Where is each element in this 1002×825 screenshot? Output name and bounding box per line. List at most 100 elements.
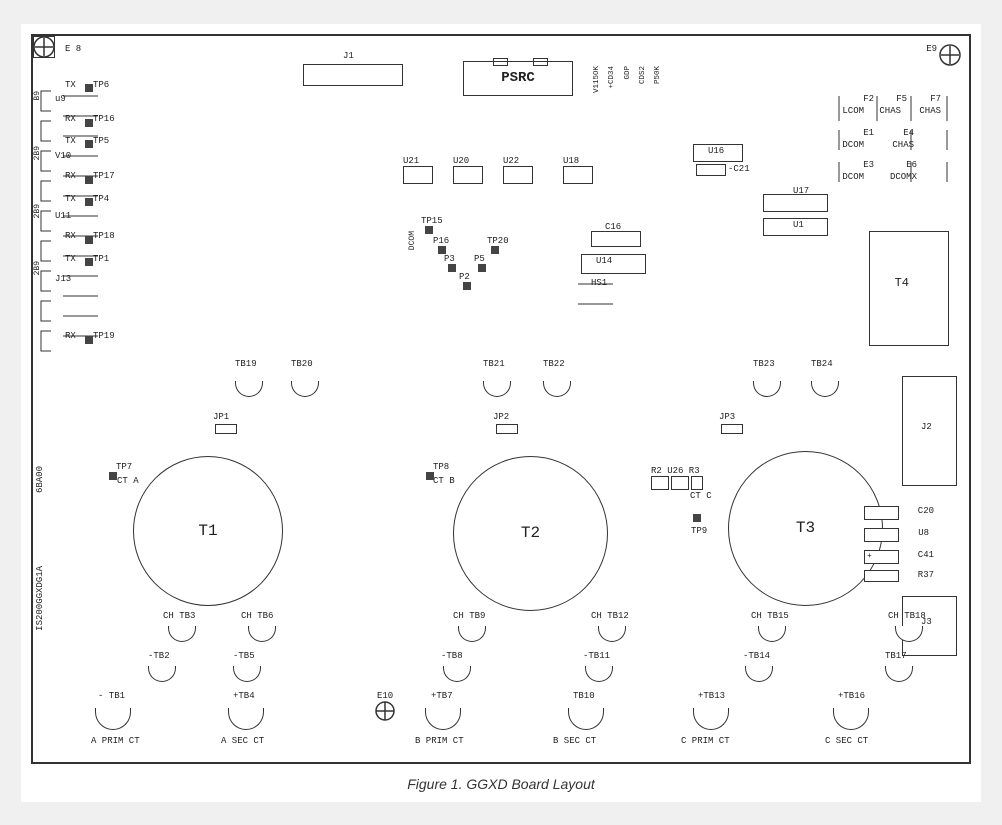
u9-label: u9 bbox=[55, 94, 66, 104]
b-prim-ct-label: B PRIM CT bbox=[415, 736, 464, 746]
r37 bbox=[864, 570, 899, 582]
tp1-pad bbox=[85, 258, 93, 266]
p2-label: P2 bbox=[459, 272, 470, 282]
tx-label-1: TX bbox=[65, 80, 76, 90]
ct-c-label: CT C bbox=[690, 491, 712, 501]
tb23-group: TB23 bbox=[753, 381, 775, 391]
tp7-pad bbox=[109, 472, 117, 480]
jp3 bbox=[721, 424, 743, 434]
u21 bbox=[403, 166, 433, 184]
tb11-arc bbox=[585, 666, 613, 682]
tp1-label: TP1 bbox=[93, 254, 109, 264]
jp1 bbox=[215, 424, 237, 434]
c21-label: -C21 bbox=[728, 164, 750, 174]
u17-label: U17 bbox=[793, 186, 809, 196]
c-prim-ct-label: C PRIM CT bbox=[681, 736, 730, 746]
u18-label: U18 bbox=[563, 156, 579, 166]
tb3-arc bbox=[168, 626, 196, 642]
c41: + bbox=[864, 550, 899, 564]
tp18-label: TP18 bbox=[93, 231, 115, 241]
tb14-arc bbox=[745, 666, 773, 682]
ch-tb15-label: CH TB15 bbox=[751, 611, 789, 621]
p3-pad bbox=[448, 264, 456, 272]
u14-label: U14 bbox=[596, 256, 612, 266]
psrc-conn2 bbox=[533, 58, 548, 66]
r3 bbox=[691, 476, 703, 490]
t4-label: T4 bbox=[895, 276, 909, 290]
psrc-conn1 bbox=[493, 58, 508, 66]
c-sec-ct-label: C SEC CT bbox=[825, 736, 868, 746]
u14 bbox=[581, 254, 646, 274]
t4 bbox=[869, 231, 949, 346]
tb17-arc bbox=[885, 666, 913, 682]
p3-label: P3 bbox=[444, 254, 455, 264]
6ba00-label: 6BA00 bbox=[35, 466, 45, 493]
c16 bbox=[591, 231, 641, 247]
board-id-label: IS200GGXDG1A bbox=[35, 566, 45, 631]
tb10-arc bbox=[568, 708, 604, 730]
tp17-pad bbox=[85, 176, 93, 184]
corner-tr-label: E9 bbox=[926, 44, 937, 54]
tp15-label: TP15 bbox=[421, 216, 443, 226]
p2-pad bbox=[463, 282, 471, 290]
tp4-label: TP4 bbox=[93, 194, 109, 204]
u8-label: U8 bbox=[918, 528, 929, 538]
tp15-pad bbox=[425, 226, 433, 234]
u1-label: U1 bbox=[793, 220, 804, 230]
tb13-label: +TB13 bbox=[698, 691, 725, 701]
u26 bbox=[671, 476, 689, 490]
tb6-arc bbox=[248, 626, 276, 642]
board-area: E 8 E9 J1 PSRC F2 F5 F7 LCOM CHAS CHAS E… bbox=[31, 34, 971, 764]
ch-tb3-label: CH TB3 bbox=[163, 611, 195, 621]
r37-label: R37 bbox=[918, 570, 934, 580]
u11-label: U11 bbox=[55, 211, 71, 221]
u18 bbox=[563, 166, 593, 184]
u16-label: U16 bbox=[708, 146, 724, 156]
tx-label-3: TX bbox=[65, 194, 76, 204]
ch-tb12-label: CH TB12 bbox=[591, 611, 629, 621]
hs1-label: HS1 bbox=[591, 278, 607, 288]
a-prim-ct-label: A PRIM CT bbox=[91, 736, 140, 746]
rx-label-1: RX bbox=[65, 114, 76, 124]
p5-pad bbox=[478, 264, 486, 272]
jp2-label: JP2 bbox=[493, 412, 509, 422]
tb16-label: +TB16 bbox=[838, 691, 865, 701]
a-sec-ct-label: A SEC CT bbox=[221, 736, 264, 746]
tb5-label: -TB5 bbox=[233, 651, 255, 661]
tx-label-4: TX bbox=[65, 254, 76, 264]
c20-label: C20 bbox=[918, 506, 934, 516]
tp20-label: TP20 bbox=[487, 236, 509, 246]
tb21-group: TB21 bbox=[483, 381, 505, 391]
tp16-label: TP16 bbox=[93, 114, 115, 124]
gdp-label: GDP bbox=[624, 66, 632, 80]
cds2-label: CDS2 bbox=[639, 66, 647, 84]
tb20-group: TB20 bbox=[291, 381, 313, 391]
tb7-arc bbox=[425, 708, 461, 730]
main-container: E 8 E9 J1 PSRC F2 F5 F7 LCOM CHAS CHAS E… bbox=[21, 24, 981, 802]
jp2 bbox=[496, 424, 518, 434]
rx-label-4: RX bbox=[65, 331, 76, 341]
tb1-neg-arc bbox=[95, 708, 131, 730]
p16-pad bbox=[438, 246, 446, 254]
e10-label: E10 bbox=[377, 691, 393, 701]
t2: T2 bbox=[453, 456, 608, 611]
tb1-neg-label: - TB1 bbox=[98, 691, 125, 701]
tp20-pad bbox=[491, 246, 499, 254]
b-sec-ct-label: B SEC CT bbox=[553, 736, 596, 746]
c16-label: C16 bbox=[605, 222, 621, 232]
r2-u26 bbox=[651, 476, 669, 490]
figure-caption: Figure 1. GGXD Board Layout bbox=[31, 776, 971, 792]
psrc: PSRC bbox=[463, 61, 573, 96]
tb15-arc bbox=[758, 626, 786, 642]
t3: T3 bbox=[728, 451, 883, 606]
ct-a-label: CT A bbox=[117, 476, 139, 486]
left-label-1: B9 bbox=[33, 91, 42, 101]
figure-caption-text: Figure 1. GGXD Board Layout bbox=[407, 776, 595, 792]
rx-label-2: RX bbox=[65, 171, 76, 181]
tb17-label: TB17 bbox=[885, 651, 907, 661]
p5-label: P5 bbox=[474, 254, 485, 264]
tb8-label: -TB8 bbox=[441, 651, 463, 661]
v10-label: V10 bbox=[55, 151, 71, 161]
tb13-arc bbox=[693, 708, 729, 730]
left-label-4: 2B9 bbox=[33, 261, 42, 275]
